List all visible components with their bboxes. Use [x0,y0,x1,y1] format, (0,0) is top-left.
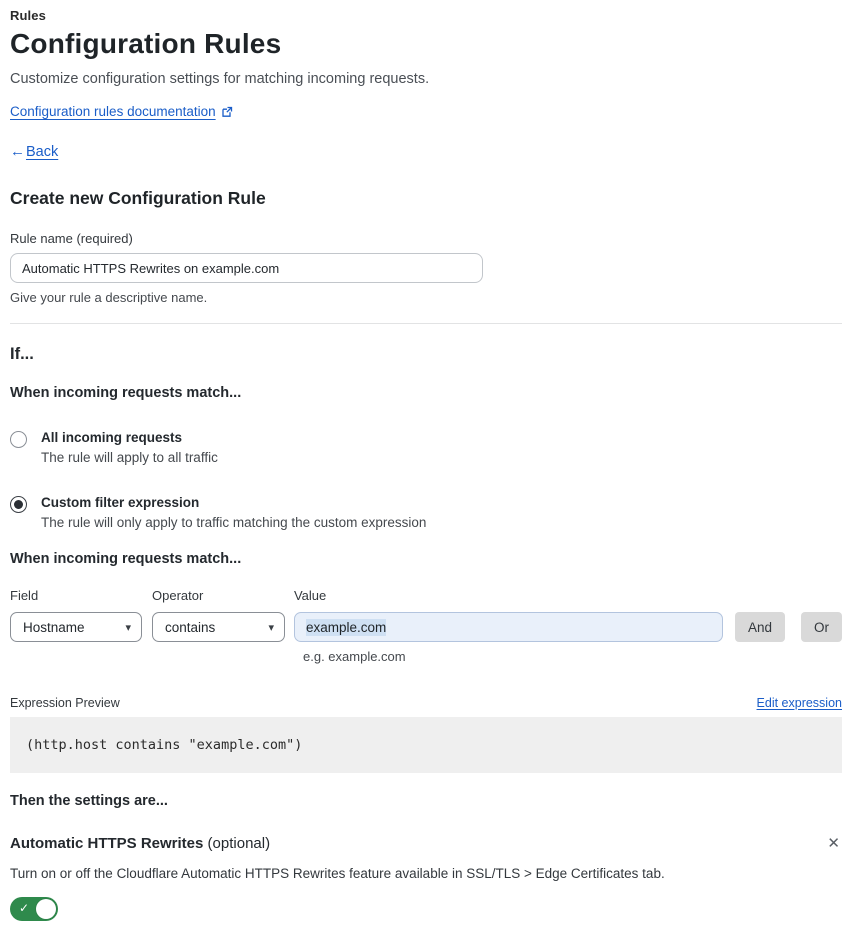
value-help: e.g. example.com [303,649,406,664]
chevron-down-icon: ▾ [125,621,131,634]
value-input[interactable]: example.com [293,612,723,642]
rule-name-label: Rule name (required) [10,231,133,246]
match-heading: When incoming requests match... [10,385,242,401]
automatic-https-rewrites-toggle[interactable]: ✓ [10,897,58,921]
setting-optional-label: (optional) [203,835,271,852]
expression-builder: Field Hostname ▾ Operator contains ▾ Val… [10,588,842,664]
page-subtitle: Customize configuration settings for mat… [10,71,430,87]
field-label: Field [10,588,39,603]
setting-header: Automatic HTTPS Rewrites (optional) ✕ [10,834,842,853]
back-row: ← Back [10,143,842,160]
radio-option-label: All incoming requests [41,430,183,445]
radio-dot [14,500,23,509]
expression-preview-box: (http.host contains "example.com") [10,717,842,773]
section-divider [10,323,842,324]
create-rule-heading: Create new Configuration Rule [10,188,266,208]
back-link[interactable]: Back [26,144,58,160]
radio-option-label: Custom filter expression [41,495,200,510]
operator-select-value: contains [165,619,216,635]
back-arrow-icon: ← [10,143,25,160]
then-heading: Then the settings are... [10,793,168,809]
builder-heading: When incoming requests match... [10,551,242,567]
configuration-rules-page: Rules Configuration Rules Customize conf… [0,0,852,926]
doc-link-row: Configuration rules documentation [10,104,842,119]
radio-unchecked-icon[interactable] [10,431,27,448]
if-heading: If... [10,345,34,363]
external-link-icon [221,106,233,118]
value-input-text: example.com [305,618,387,636]
edit-expression-link[interactable]: Edit expression [757,696,842,710]
breadcrumb: Rules [10,8,46,23]
setting-description: Turn on or off the Cloudflare Automatic … [10,866,665,881]
chevron-down-icon: ▾ [268,621,274,634]
radio-option-description: The rule will only apply to traffic matc… [41,515,427,530]
field-select-value: Hostname [23,619,85,635]
check-icon: ✓ [19,901,30,915]
setting-title-name: Automatic HTTPS Rewrites [10,835,204,852]
expression-preview-label: Expression Preview [10,696,120,710]
documentation-link[interactable]: Configuration rules documentation [10,104,216,119]
rule-name-help: Give your rule a descriptive name. [10,290,208,305]
expression-code: (http.host contains "example.com") [26,737,303,753]
setting-title: Automatic HTTPS Rewrites (optional) [10,835,270,852]
radio-texts: All incoming requests The rule will appl… [41,430,218,465]
operator-select[interactable]: contains ▾ [152,612,285,642]
toggle-knob [36,899,56,919]
radio-option-all-incoming[interactable]: All incoming requests The rule will appl… [10,430,842,465]
and-button[interactable]: And [734,612,785,642]
expression-preview-header: Expression Preview Edit expression [10,696,842,710]
rule-name-input[interactable] [10,253,483,283]
radio-checked-icon[interactable] [10,496,27,513]
close-icon[interactable]: ✕ [825,834,842,853]
radio-option-description: The rule will apply to all traffic [41,450,218,465]
field-select[interactable]: Hostname ▾ [10,612,142,642]
page-title: Configuration Rules [10,28,282,59]
operator-label: Operator [152,588,204,603]
or-button[interactable]: Or [801,612,842,642]
radio-option-custom-filter[interactable]: Custom filter expression The rule will o… [10,495,842,530]
radio-texts: Custom filter expression The rule will o… [41,495,426,530]
value-label: Value [293,588,327,603]
